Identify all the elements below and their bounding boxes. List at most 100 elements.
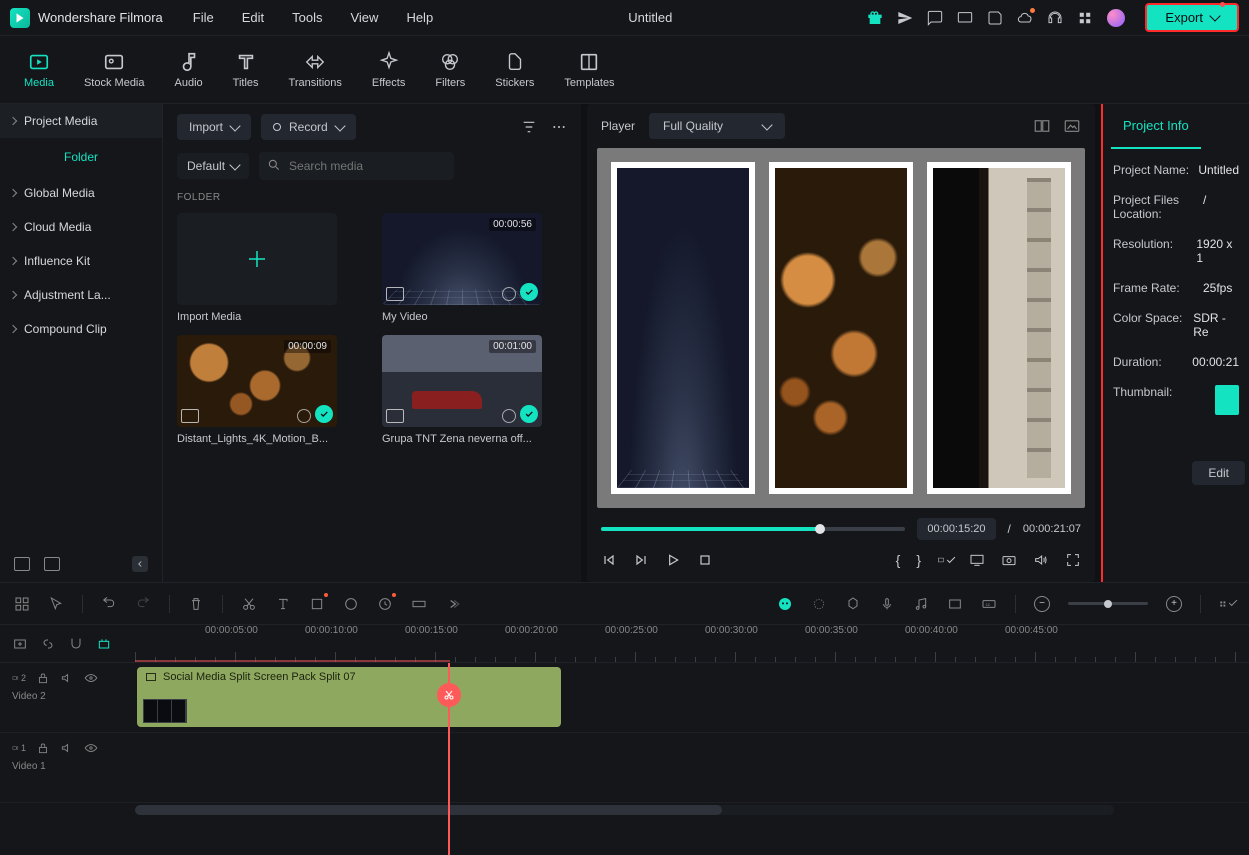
track-lock-icon[interactable] xyxy=(36,741,50,755)
menu-help[interactable]: Help xyxy=(406,10,433,25)
sidebar-compound-clip[interactable]: Compound Clip xyxy=(0,312,162,346)
screen-icon[interactable] xyxy=(957,10,973,26)
mixer-icon[interactable] xyxy=(947,596,963,612)
folder-icon[interactable] xyxy=(44,557,60,571)
sidebar-folder[interactable]: Folder xyxy=(0,138,162,176)
sidebar-project-media[interactable]: Project Media xyxy=(0,104,162,138)
sidebar-cloud-media[interactable]: Cloud Media xyxy=(0,210,162,244)
next-frame-icon[interactable] xyxy=(633,552,649,568)
headphones-icon[interactable] xyxy=(1047,10,1063,26)
tl-link-icon[interactable] xyxy=(40,636,56,652)
mark-in-icon[interactable]: { xyxy=(896,552,901,568)
enhance-icon[interactable] xyxy=(811,596,827,612)
import-button[interactable]: Import xyxy=(177,114,251,140)
track-eye-icon[interactable] xyxy=(84,741,98,755)
tl-cursor-icon[interactable] xyxy=(48,596,64,612)
speed-icon[interactable] xyxy=(377,596,393,612)
more-tools-icon[interactable] xyxy=(445,596,461,612)
snapshot-icon[interactable] xyxy=(1001,552,1017,568)
send-icon[interactable] xyxy=(897,10,913,26)
filter-icon[interactable] xyxy=(521,119,537,135)
tab-stickers[interactable]: Stickers xyxy=(489,47,540,93)
progress-slider[interactable] xyxy=(601,527,905,531)
tab-filters[interactable]: Filters xyxy=(429,47,471,93)
save-icon[interactable] xyxy=(987,10,1003,26)
menu-view[interactable]: View xyxy=(350,10,378,25)
play-icon[interactable] xyxy=(665,552,681,568)
track-mute-icon[interactable] xyxy=(60,741,74,755)
fullscreen-icon[interactable] xyxy=(1065,552,1081,568)
tab-media[interactable]: Media xyxy=(18,47,60,93)
new-folder-icon[interactable] xyxy=(14,557,30,571)
timeline-clip[interactable]: Social Media Split Screen Pack Split 07 xyxy=(137,667,561,727)
search-input[interactable] xyxy=(259,152,454,180)
project-info-tab[interactable]: Project Info xyxy=(1111,104,1201,149)
sort-dropdown[interactable]: Default xyxy=(177,153,249,179)
player-viewport[interactable] xyxy=(597,148,1085,508)
sidebar-influence-kit[interactable]: Influence Kit xyxy=(0,244,162,278)
tab-transitions[interactable]: Transitions xyxy=(283,47,348,93)
collapse-sidebar-icon[interactable] xyxy=(132,556,148,572)
caption-icon[interactable]: cc xyxy=(981,596,997,612)
ratio-icon[interactable] xyxy=(937,552,953,568)
tl-select-icon[interactable] xyxy=(14,596,30,612)
timeline-ruler[interactable]: 00:00:05:0000:00:10:0000:00:15:0000:00:2… xyxy=(135,625,1249,662)
tab-templates[interactable]: Templates xyxy=(558,47,620,93)
media-clip-distant-lights[interactable]: 00:00:09 Distant_Lights_4K_Motion_B... xyxy=(177,335,362,445)
sidebar-global-media[interactable]: Global Media xyxy=(0,176,162,210)
grid-icon[interactable] xyxy=(1077,10,1093,26)
marker-icon[interactable] xyxy=(845,596,861,612)
playhead[interactable] xyxy=(448,663,450,855)
timeline-scrollbar[interactable] xyxy=(135,805,1114,815)
layout-icon[interactable] xyxy=(1033,117,1051,135)
cut-icon[interactable] xyxy=(241,596,257,612)
tab-titles[interactable]: Titles xyxy=(227,47,265,93)
message-icon[interactable] xyxy=(927,10,943,26)
zoom-in-icon[interactable]: + xyxy=(1166,596,1182,612)
menu-file[interactable]: File xyxy=(193,10,214,25)
media-clip-my-video[interactable]: 00:00:56 My Video xyxy=(382,213,567,323)
tab-audio[interactable]: Audio xyxy=(169,47,209,93)
split-icon[interactable] xyxy=(437,683,461,707)
menu-edit[interactable]: Edit xyxy=(242,10,264,25)
quality-dropdown[interactable]: Full Quality xyxy=(649,113,785,139)
prev-frame-icon[interactable] xyxy=(601,552,617,568)
tl-magnet-icon[interactable] xyxy=(68,636,84,652)
user-avatar[interactable] xyxy=(1107,9,1125,27)
undo-icon[interactable] xyxy=(101,596,117,612)
redo-icon[interactable] xyxy=(135,596,151,612)
import-media-tile[interactable]: Import Media xyxy=(177,213,362,323)
sidebar-adjustment-layer[interactable]: Adjustment La... xyxy=(0,278,162,312)
tl-view-icon[interactable] xyxy=(1219,596,1235,612)
zoom-slider[interactable] xyxy=(1068,602,1148,605)
color-icon[interactable] xyxy=(343,596,359,612)
music-icon[interactable] xyxy=(913,596,929,612)
tab-stock-media[interactable]: Stock Media xyxy=(78,47,151,93)
tab-effects[interactable]: Effects xyxy=(366,47,411,93)
display-icon[interactable] xyxy=(969,552,985,568)
tl-insert-icon[interactable] xyxy=(12,636,28,652)
track-cam-icon[interactable]: 1 xyxy=(12,741,26,755)
track-eye-icon[interactable] xyxy=(84,671,98,685)
volume-icon[interactable] xyxy=(1033,552,1049,568)
cloud-icon[interactable] xyxy=(1017,10,1033,26)
track-lock-icon[interactable] xyxy=(36,671,50,685)
gift-icon[interactable] xyxy=(867,10,883,26)
track-cam-icon[interactable]: 2 xyxy=(12,671,26,685)
zoom-out-icon[interactable]: − xyxy=(1034,596,1050,612)
delete-icon[interactable] xyxy=(188,596,204,612)
ai-icon[interactable] xyxy=(777,596,793,612)
keyframe-icon[interactable] xyxy=(411,596,427,612)
picture-icon[interactable] xyxy=(1063,117,1081,135)
edit-button[interactable]: Edit xyxy=(1192,461,1245,485)
voice-icon[interactable] xyxy=(879,596,895,612)
menu-tools[interactable]: Tools xyxy=(292,10,322,25)
media-clip-grupa-tnt[interactable]: 00:01:00 Grupa TNT Zena neverna off... xyxy=(382,335,567,445)
export-button[interactable]: Export xyxy=(1145,3,1239,32)
stop-icon[interactable] xyxy=(697,552,713,568)
record-button[interactable]: Record xyxy=(261,114,356,140)
more-icon[interactable] xyxy=(551,119,567,135)
text-icon[interactable] xyxy=(275,596,291,612)
crop-icon[interactable] xyxy=(309,596,325,612)
track-mute-icon[interactable] xyxy=(60,671,74,685)
